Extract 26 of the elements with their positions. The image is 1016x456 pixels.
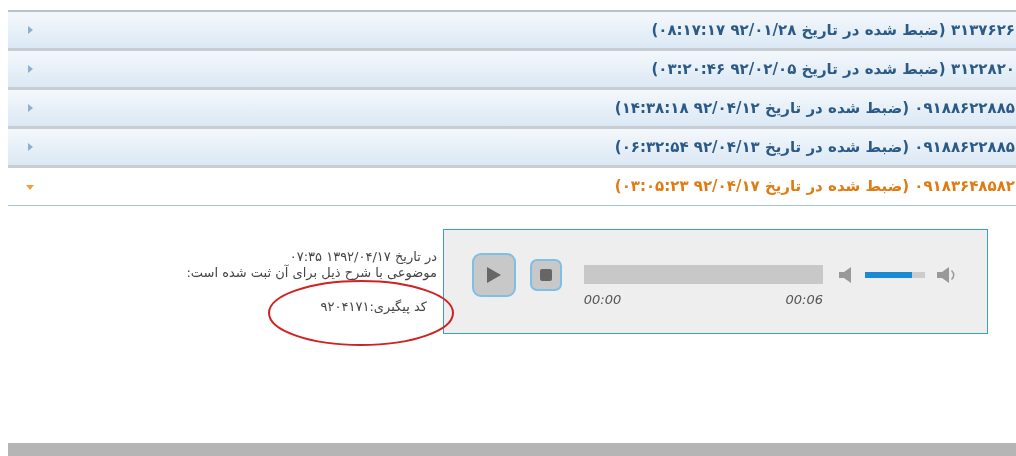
date-text: در تاریخ ۱۳۹۲/۰۴/۱۷ ۰۷:۳۵ xyxy=(289,249,437,265)
caret-down-icon xyxy=(26,182,34,191)
stop-button[interactable] xyxy=(529,258,562,291)
stop-icon xyxy=(539,268,552,281)
duration-time: 00:06 xyxy=(785,291,823,310)
accordion-header[interactable]: ۳۱۳۷۶۲۶ (ضبط شده در تاریخ ۹۲/۰۱/۲۸ ۰۸:۱۷:۱۷) xyxy=(8,12,1016,51)
accordion-header[interactable]: ۰۹۱۸۸۶۲۲۸۸۵ (ضبط شده در تاریخ ۹۲/۰۴/۱۳ ۰۶:۳۲:۵۴) xyxy=(8,129,1016,168)
caret-right-icon xyxy=(26,26,34,34)
caret-right-icon xyxy=(26,65,34,73)
volume-track[interactable] xyxy=(865,271,925,278)
accordion-header[interactable]: ۳۱۲۲۸۲۰ (ضبط شده در تاریخ ۹۲/۰۲/۰۵ ۰۳:۲۰:۴۶) xyxy=(8,51,1016,90)
recording-title: ۳۱۲۲۸۲۰ (ضبط شده در تاریخ ۹۲/۰۲/۰۵ ۰۳:۲۰:۴۶) xyxy=(651,58,1016,80)
recording-title: ۰۹۱۸۳۶۴۸۵۸۲ (ضبط شده در تاریخ ۹۲/۰۴/۱۷ ۰۳:۰۵:۲۳) xyxy=(614,176,1016,198)
speaker-muted-icon[interactable] xyxy=(839,265,853,284)
tracking-code: کد پیگیری:۹۲۰۴۱۷۱ xyxy=(320,298,427,316)
progress-track[interactable] xyxy=(583,265,823,285)
caret-right-icon xyxy=(26,143,34,151)
recording-title: ۰۹۱۸۸۶۲۲۸۸۵ (ضبط شده در تاریخ ۹۲/۰۴/۱۳ ۰۶:۳۲:۵۴) xyxy=(614,136,1016,158)
play-button[interactable] xyxy=(472,252,516,297)
recording-title: ۳۱۳۷۶۲۶ (ضبط شده در تاریخ ۹۲/۰۱/۲۸ ۰۸:۱۷:۱۷) xyxy=(651,19,1016,41)
current-time: 00:00 xyxy=(583,291,622,310)
recording-title: ۰۹۱۸۸۶۲۲۸۸۵ (ضبط شده در تاریخ ۹۲/۰۴/۱۲ ۱۴:۳۸:۱۸) xyxy=(614,97,1016,119)
play-icon xyxy=(485,265,502,284)
description-text: موضوعی با شرح ذیل برای آن ثبت شده است: xyxy=(186,265,437,281)
accordion-header[interactable]: ۰۹۱۸۸۶۲۲۸۸۵ (ضبط شده در تاریخ ۹۲/۰۴/۱۲ ۱۴:۳۸:۱۸) xyxy=(8,90,1016,129)
caret-right-icon xyxy=(26,104,34,112)
